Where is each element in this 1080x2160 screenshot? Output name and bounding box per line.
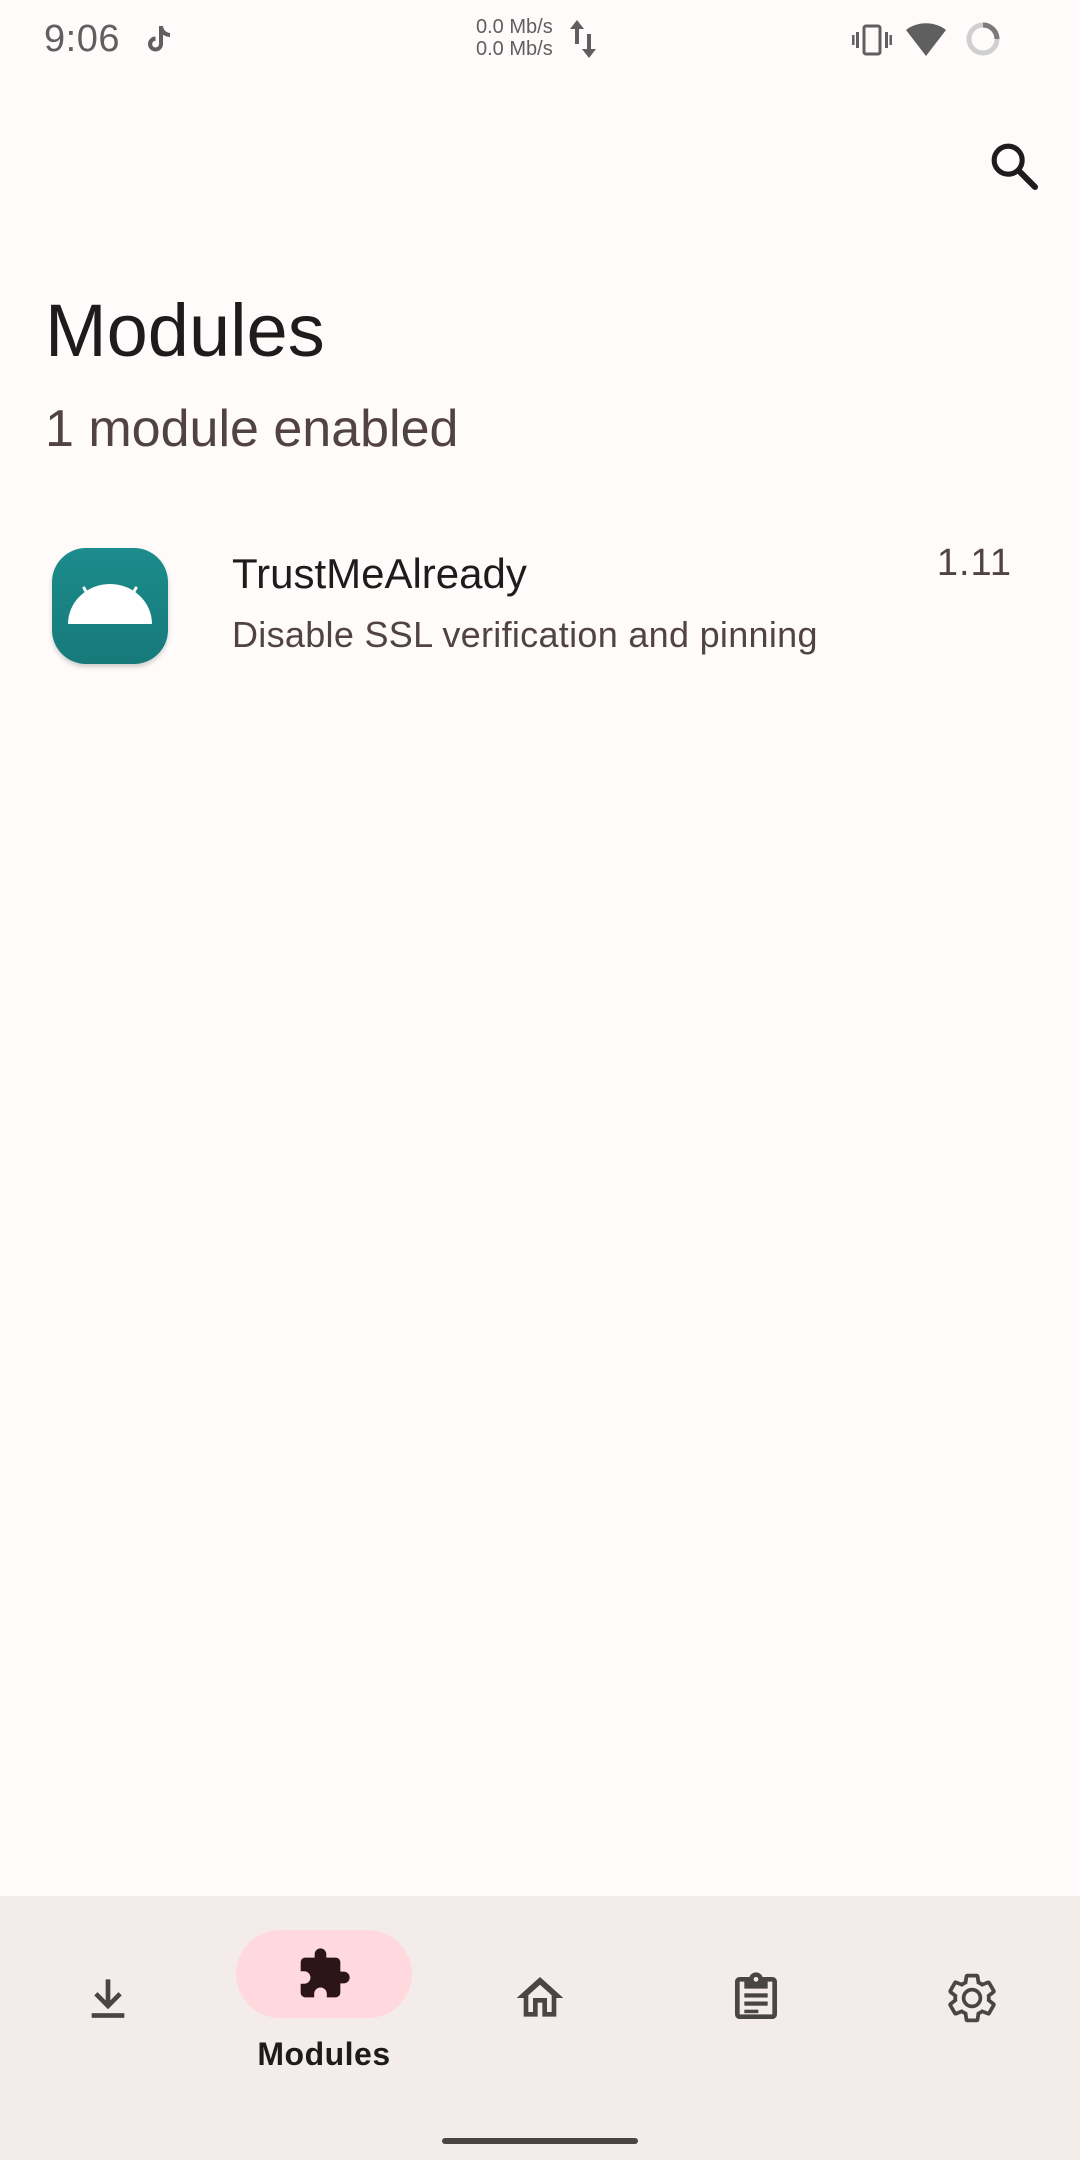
nav-item-repository[interactable] (0, 1896, 216, 2096)
status-time: 9:06 (44, 18, 120, 60)
puzzle-icon (300, 1948, 350, 1998)
bottom-navigation: Modules (0, 1896, 1080, 2160)
tiktok-icon (148, 26, 170, 52)
gesture-navigation-bar[interactable] (442, 2138, 638, 2144)
nav-selected-indicator (236, 1930, 412, 2018)
data-arrows-icon (570, 20, 596, 58)
module-description: Disable SSL verification and pinning (232, 614, 818, 655)
module-list-item[interactable]: TrustMeAlready Disable SSL verification … (0, 520, 1080, 690)
network-speed: 0.0 Mb/s 0.0 Mb/s (476, 16, 553, 60)
wifi-icon (906, 23, 946, 56)
search-icon (991, 143, 1039, 191)
vibrate-icon (852, 24, 892, 56)
android-icon (52, 548, 168, 664)
status-bar: 9:06 0.0 Mb/s 0.0 Mb/s (0, 0, 1080, 80)
nav-item-modules[interactable]: Modules (216, 1896, 432, 2096)
page-subtitle: 1 module enabled (45, 400, 459, 458)
nav-item-settings[interactable] (864, 1896, 1080, 2096)
nav-item-logs[interactable] (648, 1896, 864, 2096)
network-download-speed: 0.0 Mb/s (476, 38, 553, 60)
module-name: TrustMeAlready (232, 550, 527, 597)
battery-icon (966, 22, 1000, 56)
page-title: Modules (45, 289, 325, 372)
module-version: 1.11 (936, 542, 1012, 584)
gear-icon (948, 1973, 996, 2023)
nav-item-home[interactable] (432, 1896, 648, 2096)
home-icon (516, 1977, 564, 2017)
search-button[interactable] (978, 130, 1050, 202)
network-upload-speed: 0.0 Mb/s (476, 16, 553, 38)
download-icon (91, 1979, 125, 2018)
nav-label-modules: Modules (257, 2036, 391, 2072)
clipboard-icon (735, 1972, 777, 2019)
